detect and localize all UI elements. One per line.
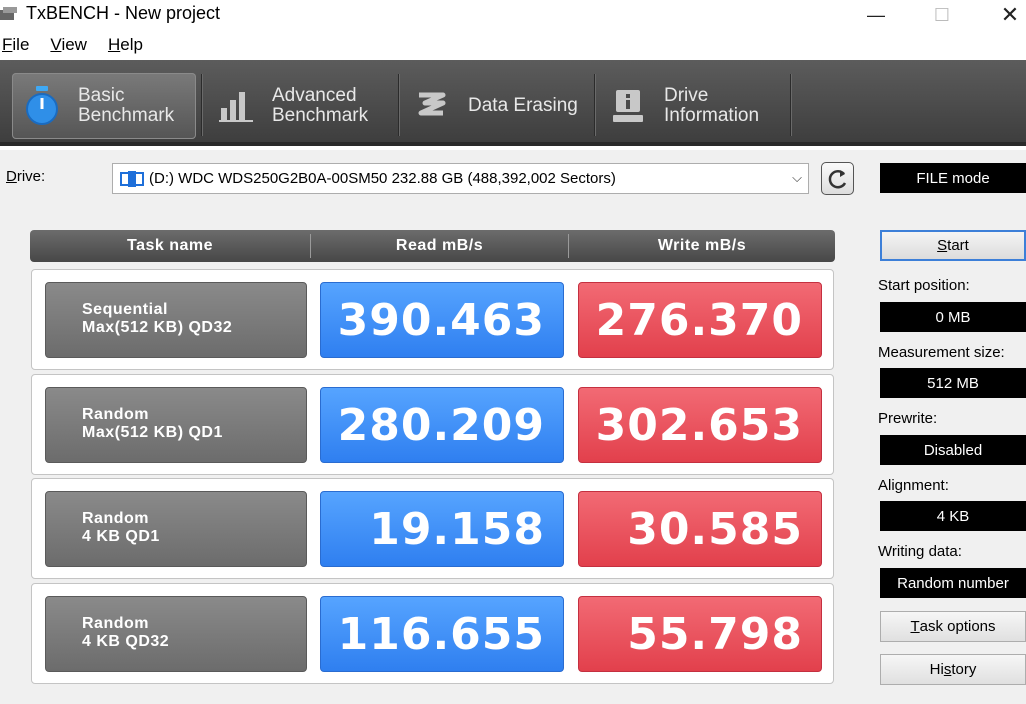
- start-position-label: Start position:: [878, 277, 970, 294]
- toolbar-separator: [594, 74, 596, 136]
- mode-indicator: FILE mode: [880, 163, 1026, 193]
- toolbar-separator: [201, 74, 203, 136]
- alignment-label: Alignment:: [878, 477, 949, 494]
- window-title: TxBENCH - New project: [26, 3, 221, 23]
- task-random-4kb-qd1-button[interactable]: Random 4 KB QD1: [45, 491, 307, 567]
- main-panel: Drive: (D:) WDC WDS250G2B0A-00SM50 232.8…: [0, 150, 1026, 704]
- minimize-button[interactable]: —: [846, 0, 906, 30]
- drive-info-icon: [608, 86, 648, 126]
- menu-bar: File View Help: [0, 32, 1026, 58]
- prewrite-value: Disabled: [880, 435, 1026, 465]
- stopwatch-icon: [22, 86, 62, 126]
- drive-select-value: (D:) WDC WDS250G2B0A-00SM50 232.88 GB (4…: [149, 170, 616, 187]
- history-button[interactable]: Hi s tory: [880, 654, 1026, 685]
- toolbar-separator: [398, 74, 400, 136]
- app-icon: [0, 7, 17, 20]
- title-bar: TxBENCH - New project — ☐ ✕: [0, 0, 1026, 30]
- read-value: 390.463: [320, 282, 564, 358]
- start-button[interactable]: Start: [880, 230, 1026, 261]
- tab-drive-information[interactable]: Drive Information: [598, 73, 788, 139]
- tab-advanced-benchmark[interactable]: Advanced Benchmark: [206, 73, 396, 139]
- drive-select[interactable]: (D:) WDC WDS250G2B0A-00SM50 232.88 GB (4…: [112, 163, 809, 194]
- table-row: Random Max(512 KB) QD1 280.209 302.653: [31, 374, 834, 475]
- table-row: Random 4 KB QD1 19.158 30.585: [31, 478, 834, 579]
- measurement-size-label: Measurement size:: [878, 344, 1005, 361]
- bar-chart-icon: [216, 86, 256, 126]
- measurement-size-value: 512 MB: [880, 368, 1026, 398]
- header-write: Write mB/s: [657, 237, 747, 254]
- menu-file[interactable]: File: [2, 35, 29, 55]
- write-value: 55.798: [578, 596, 822, 672]
- maximize-button[interactable]: ☐: [912, 0, 972, 30]
- task-random-4kb-qd32-button[interactable]: Random 4 KB QD32: [45, 596, 307, 672]
- toolbar-separator: [790, 74, 792, 136]
- results-table-header: Task name Read mB/s Write mB/s: [30, 230, 835, 262]
- chevron-down-icon[interactable]: ⌵: [792, 170, 802, 186]
- read-value: 116.655: [320, 596, 564, 672]
- writing-data-label: Writing data:: [878, 543, 962, 560]
- writing-data-value: Random number: [880, 568, 1026, 598]
- write-value: 276.370: [578, 282, 822, 358]
- task-sequential-qd32-button[interactable]: Sequential Max(512 KB) QD32: [45, 282, 307, 358]
- read-value: 280.209: [320, 387, 564, 463]
- alignment-value: 4 KB: [880, 501, 1026, 531]
- menu-view[interactable]: View: [50, 35, 87, 55]
- table-row: Sequential Max(512 KB) QD32 390.463 276.…: [31, 269, 834, 370]
- write-value: 30.585: [578, 491, 822, 567]
- drive-icon: [120, 170, 144, 187]
- task-random-qd1-button[interactable]: Random Max(512 KB) QD1: [45, 387, 307, 463]
- tab-data-erasing[interactable]: Data Erasing: [402, 73, 592, 139]
- eraser-icon: [412, 86, 452, 126]
- toolbar: Basic Benchmark Advanced Benchmark Data …: [0, 60, 1026, 146]
- write-value: 302.653: [578, 387, 822, 463]
- drive-label: Drive:: [6, 168, 46, 185]
- menu-help[interactable]: Help: [108, 35, 143, 55]
- header-read: Read mB/s: [395, 237, 484, 254]
- start-position-value: 0 MB: [880, 302, 1026, 332]
- task-options-button[interactable]: Task options: [880, 611, 1026, 642]
- header-task-name: Task name: [126, 237, 214, 254]
- close-button[interactable]: ✕: [980, 0, 1026, 30]
- table-row: Random 4 KB QD32 116.655 55.798: [31, 583, 834, 684]
- tab-basic-benchmark[interactable]: Basic Benchmark: [12, 73, 196, 139]
- prewrite-label: Prewrite:: [878, 410, 938, 427]
- refresh-icon: [828, 169, 846, 188]
- refresh-button[interactable]: [821, 162, 854, 195]
- read-value: 19.158: [320, 491, 564, 567]
